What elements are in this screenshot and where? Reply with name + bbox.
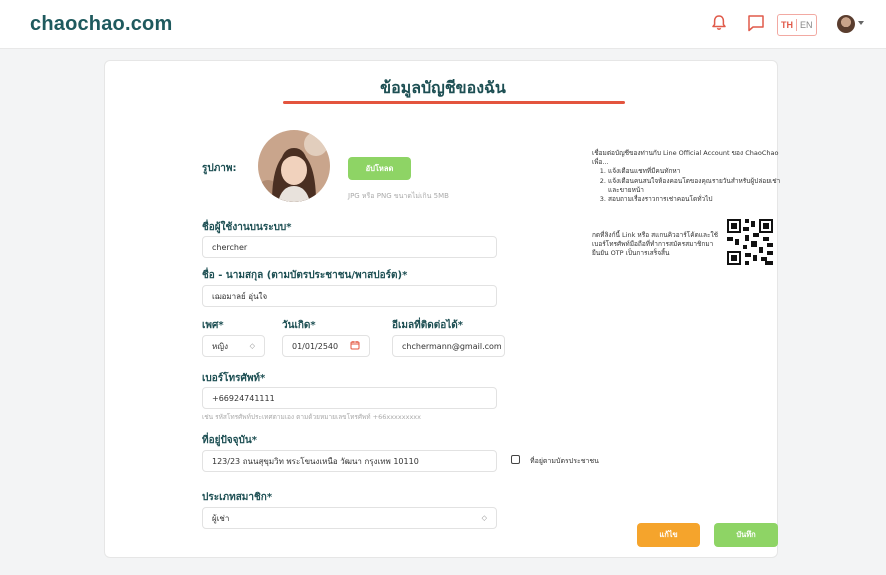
fullname-label: ชื่อ - นามสกุล (ตามบัตรประชาชน/พาสปอร์ต)…	[202, 270, 408, 281]
username-input[interactable]: chercher	[202, 236, 497, 258]
upload-button[interactable]: อัปโหลด	[348, 157, 411, 180]
gender-label: เพศ*	[202, 320, 224, 331]
gender-select[interactable]: หญิง ◇	[202, 335, 265, 357]
birthdate-label: วันเกิด*	[282, 320, 316, 331]
username-label: ชื่อผู้ใช้งานบนระบบ*	[202, 222, 292, 233]
email-label: อีเมลที่ติดต่อได้*	[392, 320, 463, 331]
line-info-intro: เชื่อมต่อบัญชีของท่านกับ Line Official A…	[592, 149, 779, 167]
line-info-item: แจ้งเตือนแชทที่มีคนทักหา	[608, 167, 782, 176]
calendar-icon[interactable]	[350, 340, 360, 352]
address-label: ที่อยู่ปัจจุบัน*	[202, 435, 257, 446]
title-underline	[283, 101, 625, 104]
membership-select[interactable]: ผู้เช่า ◇	[202, 507, 497, 529]
membership-value: ผู้เช่า	[212, 513, 230, 523]
membership-label: ประเภทสมาชิก*	[202, 492, 273, 503]
select-arrows-icon: ◇	[481, 514, 487, 522]
lang-th[interactable]: TH	[778, 20, 796, 30]
save-button[interactable]: บันทึก	[714, 523, 778, 547]
phone-input[interactable]: +66924741111	[202, 387, 497, 409]
page-title: ข้อมูลบัญชีของฉัน	[380, 78, 506, 97]
chat-icon[interactable]	[747, 14, 765, 36]
address-input[interactable]: 123/23 ถนนสุขุมวิท พระโขนงเหนือ วัฒนา กร…	[202, 450, 497, 472]
select-arrows-icon: ◇	[249, 342, 255, 350]
birthdate-value: 01/01/2540	[292, 341, 339, 351]
qr-code-icon[interactable]	[727, 219, 773, 265]
line-info: เชื่อมต่อบัญชีของท่านกับ Line Official A…	[592, 149, 782, 204]
phone-label: เบอร์โทรศัพท์*	[202, 373, 266, 384]
lang-en[interactable]: EN	[797, 20, 816, 30]
site-logo[interactable]: chaochao.com	[30, 13, 172, 36]
edit-button[interactable]: แก้ไข	[637, 523, 700, 547]
line-link-text[interactable]: กดที่ลิงก์นี้ Link หรือ สแกนคิวอาร์โค้ดแ…	[592, 231, 722, 259]
profile-photo	[258, 130, 330, 202]
language-switcher[interactable]: TH EN	[777, 14, 817, 36]
phone-hint: เช่น รหัสโทรศัพท์ประเทศตามเอง ตามด้วยหมา…	[202, 413, 421, 421]
gender-value: หญิง	[212, 341, 228, 351]
bell-icon[interactable]	[712, 14, 726, 35]
email-input[interactable]: chchermann@gmail.com	[392, 335, 505, 357]
birthdate-input[interactable]: 01/01/2540	[282, 335, 370, 357]
photo-label: รูปภาพ:	[202, 163, 237, 174]
fullname-input[interactable]: เฌอมาลย์ อุ่นใจ	[202, 285, 497, 307]
line-info-item: สอบถามเรื่องราวการเช่าคอนโดทั่วไป	[608, 195, 782, 204]
top-bar: chaochao.com TH EN	[0, 0, 886, 49]
account-card	[104, 60, 778, 558]
chevron-down-icon[interactable]	[858, 21, 864, 25]
line-info-item: แจ้งเตือนคนสนใจห้องคอนโดของคุณรายวันสำหร…	[608, 177, 782, 195]
user-avatar[interactable]	[837, 15, 855, 33]
photo-hint: JPG หรือ PNG ขนาดไม่เกิน 5MB	[348, 192, 449, 200]
id-address-checkbox[interactable]	[511, 455, 520, 464]
line-info-list: แจ้งเตือนแชทที่มีคนทักหา แจ้งเตือนคนสนใจ…	[592, 167, 782, 204]
id-address-checkbox-label[interactable]: ที่อยู่ตามบัตรประชาชน	[530, 456, 599, 467]
